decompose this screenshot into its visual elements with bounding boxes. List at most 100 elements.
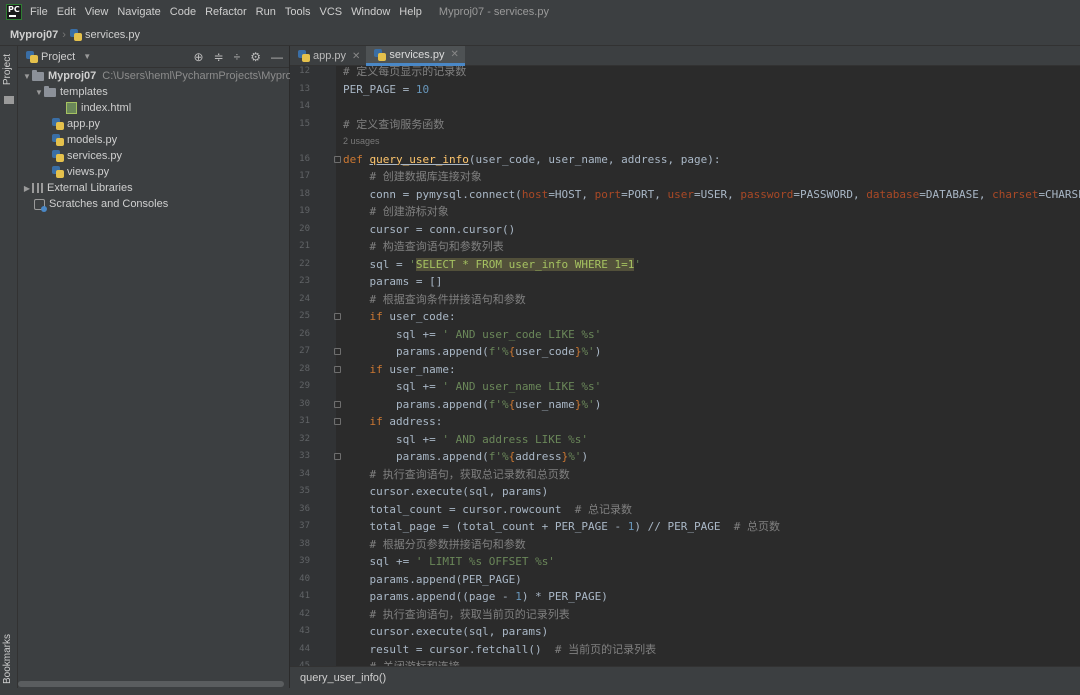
code-line[interactable]: 17 # 创建数据库连接对象: [290, 168, 1080, 185]
code-line[interactable]: 27 params.append(f'%{user_code}%'): [290, 343, 1080, 360]
line-number: 26: [299, 328, 310, 339]
tree-item-index-html[interactable]: index.html: [66, 100, 131, 116]
code-line[interactable]: 16 def query_user_info(user_code, user_na…: [290, 151, 1080, 168]
code-line[interactable]: 34 # 执行查询语句，获取总记录数和总页数: [290, 466, 1080, 483]
menu-file[interactable]: File: [30, 6, 48, 18]
usages-hint[interactable]: 2 usages: [290, 133, 1080, 150]
menu-navigate[interactable]: Navigate: [117, 6, 160, 18]
code-line[interactable]: 45 # 关闭游标和连接: [290, 658, 1080, 666]
line-number: 29: [299, 381, 310, 391]
code-line[interactable]: 21 # 构造查询语句和参数列表: [290, 238, 1080, 255]
menu-view[interactable]: View: [85, 6, 109, 18]
code-text: if user_code:: [369, 310, 456, 323]
tree-item-models-py[interactable]: models.py: [52, 132, 117, 148]
code-editor[interactable]: 12 # 定义每页显示的记录数 13 PER_PAGE = 10 14 15 # 定义查询服…: [290, 66, 1080, 666]
minimize-icon[interactable]: —: [271, 50, 283, 64]
current-function-context[interactable]: query_user_info(): [300, 672, 386, 684]
chevron-down-icon[interactable]: ▼: [34, 88, 44, 97]
code-line[interactable]: 12 # 定义每页显示的记录数: [290, 66, 1080, 80]
code-text: # 关闭游标和连接: [343, 658, 459, 666]
code-line[interactable]: 20 cursor = conn.cursor(): [290, 221, 1080, 238]
menu-run[interactable]: Run: [256, 6, 276, 18]
code-line[interactable]: 39 sql += ' LIMIT %s OFFSET %s': [290, 553, 1080, 570]
code-line[interactable]: 25 if user_code:: [290, 308, 1080, 325]
tree-item-root[interactable]: ▼ Myproj07 C:\Users\heml\PycharmProjects…: [22, 68, 306, 84]
line-number: 13: [299, 83, 310, 94]
menu-refactor[interactable]: Refactor: [205, 6, 247, 18]
tree-item-scratches[interactable]: Scratches and Consoles: [34, 196, 168, 212]
code-line[interactable]: 42 # 执行查询语句，获取当前页的记录列表: [290, 606, 1080, 623]
tab-services-py[interactable]: services.py ✕: [366, 46, 465, 66]
menu-tools[interactable]: Tools: [285, 6, 311, 18]
code-line[interactable]: 23 params = []: [290, 273, 1080, 290]
code-line[interactable]: 26 sql += ' AND user_code LIKE %s': [290, 326, 1080, 343]
python-file-icon: [69, 28, 82, 41]
code-text: params.append(f'%{user_code}%'): [343, 345, 602, 358]
tree-item-views-py[interactable]: views.py: [52, 164, 109, 180]
chevron-down-icon[interactable]: ▼: [83, 52, 91, 61]
code-line[interactable]: 31 if address:: [290, 413, 1080, 430]
locate-icon[interactable]: ⊕: [194, 50, 204, 64]
code-line[interactable]: 36 total_count = cursor.rowcount # 总记录数: [290, 501, 1080, 518]
code-line[interactable]: 37 total_page = (total_count + PER_PAGE …: [290, 518, 1080, 535]
fold-marker-icon[interactable]: [334, 365, 341, 373]
menu-vcs[interactable]: VCS: [320, 6, 343, 18]
fold-marker-icon[interactable]: [334, 418, 341, 425]
code-text: sql += ' AND user_name LIKE %s': [343, 380, 602, 393]
gear-icon[interactable]: ⚙: [250, 50, 261, 64]
code-line[interactable]: 19 # 创建游标对象: [290, 203, 1080, 220]
code-line[interactable]: 38 # 根据分页参数拼接语句和参数: [290, 536, 1080, 553]
fold-marker-icon[interactable]: [334, 155, 341, 163]
tab-app-py[interactable]: app.py ✕: [290, 46, 366, 66]
fold-marker-icon[interactable]: [334, 400, 341, 408]
code-line[interactable]: 15 # 定义查询服务函数: [290, 116, 1080, 133]
chevron-down-icon[interactable]: ▼: [22, 72, 32, 81]
horizontal-scrollbar[interactable]: [18, 681, 284, 687]
code-line[interactable]: 33 params.append(f'%{address}%'): [290, 448, 1080, 465]
code-line[interactable]: 22 sql = 'SELECT * FROM user_info WHERE …: [290, 256, 1080, 273]
project-panel-title[interactable]: Project: [41, 51, 75, 63]
code-line[interactable]: 41 params.append((page - 1) * PER_PAGE): [290, 588, 1080, 605]
code-text: total_count = cursor.rowcount # 总记录数: [343, 502, 633, 516]
fold-marker-icon[interactable]: [334, 313, 341, 320]
expand-all-icon[interactable]: ≑: [214, 50, 224, 64]
tree-item-external-libraries[interactable]: ▶ External Libraries: [22, 180, 133, 196]
chevron-right-icon[interactable]: ▶: [22, 184, 32, 193]
breadcrumb-separator-icon: ›: [62, 28, 66, 41]
breadcrumb-project[interactable]: Myproj07: [10, 29, 58, 41]
code-line[interactable]: 28 if user_name:: [290, 361, 1080, 378]
bookmarks-tool-tab[interactable]: Bookmarks: [2, 634, 13, 684]
tree-item-templates[interactable]: ▼ templates: [34, 84, 108, 100]
fold-marker-icon[interactable]: [334, 453, 341, 460]
code-line[interactable]: 29 sql += ' AND user_name LIKE %s': [290, 378, 1080, 395]
breadcrumb-file[interactable]: services.py: [69, 28, 140, 41]
tree-item-app-py[interactable]: app.py: [52, 116, 100, 132]
code-text: def query_user_info(user_code, user_name…: [343, 152, 721, 166]
code-line[interactable]: 24 # 根据查询条件拼接语句和参数: [290, 291, 1080, 308]
fold-marker-icon[interactable]: [334, 348, 341, 355]
menu-help[interactable]: Help: [399, 6, 422, 18]
menu-window[interactable]: Window: [351, 6, 390, 18]
code-line[interactable]: 40 params.append(PER_PAGE): [290, 571, 1080, 588]
code-text: conn = pymysql.connect(host=HOST, port=P…: [343, 187, 1080, 201]
code-line[interactable]: 13 PER_PAGE = 10: [290, 81, 1080, 98]
project-tool-tab[interactable]: Project: [2, 54, 13, 85]
code-line[interactable]: 44 result = cursor.fetchall() # 当前页的记录列表: [290, 641, 1080, 658]
project-view-icon: [26, 50, 38, 63]
menu-code[interactable]: Code: [170, 6, 196, 18]
usages-hint-text: 2 usages: [343, 136, 380, 146]
tree-item-label: models.py: [67, 134, 118, 146]
window-title: Myproj07 - services.py: [438, 6, 549, 18]
collapse-all-icon[interactable]: ÷: [234, 50, 241, 64]
code-line[interactable]: 35 cursor.execute(sql, params): [290, 483, 1080, 500]
code-line[interactable]: 43 cursor.execute(sql, params): [290, 623, 1080, 640]
code-line[interactable]: 32 sql += ' AND address LIKE %s': [290, 431, 1080, 448]
code-line[interactable]: 14: [290, 98, 1080, 115]
menu-edit[interactable]: Edit: [57, 6, 76, 18]
tree-item-services-py[interactable]: services.py: [52, 148, 122, 164]
close-icon[interactable]: ✕: [450, 49, 458, 60]
line-number: 31: [299, 416, 310, 426]
code-line[interactable]: 18 conn = pymysql.connect(host=HOST, por…: [290, 186, 1080, 203]
code-line[interactable]: 30 params.append(f'%{user_name}%'): [290, 396, 1080, 413]
close-icon[interactable]: ✕: [352, 51, 360, 62]
